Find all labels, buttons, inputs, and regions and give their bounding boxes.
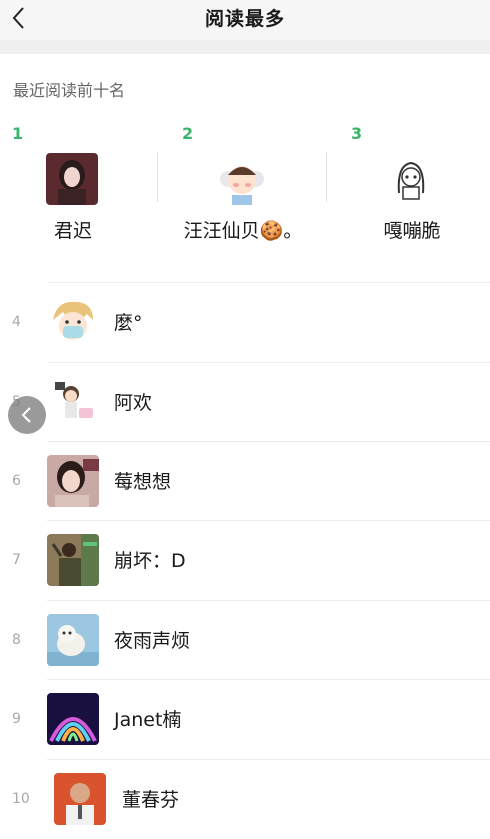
rank-number: 10 <box>12 791 30 807</box>
top-reader-2[interactable]: 2 汪汪仙贝🍪。 <box>170 120 333 270</box>
list-item[interactable]: 10 董春芬 <box>0 759 490 839</box>
reader-name: 君迟 <box>53 220 92 242</box>
divider <box>326 152 327 202</box>
reader-name: 阿欢 <box>114 392 153 414</box>
section-label: 最近阅读前十名 <box>13 81 126 100</box>
reader-name: Janet楠 <box>114 709 182 731</box>
rank-number: 2 <box>182 124 194 143</box>
reader-name: 麼° <box>114 312 143 334</box>
rank-number: 4 <box>12 314 21 330</box>
divider <box>47 679 490 680</box>
list-item[interactable]: 6 莓想想 <box>0 441 490 521</box>
list-item[interactable]: 4 麼° <box>0 282 490 362</box>
list-item[interactable]: 8 夜雨声烦 <box>0 600 490 680</box>
avatar <box>385 153 437 205</box>
list-item[interactable]: 9 Janet楠 <box>0 679 490 759</box>
rank-number: 7 <box>12 552 21 568</box>
separator-band <box>0 40 490 54</box>
rank-number: 1 <box>12 124 24 143</box>
avatar <box>47 614 99 666</box>
top-reader-1[interactable]: 1 君迟 <box>0 120 163 270</box>
rank-number: 9 <box>12 711 21 727</box>
reader-name: 董春芬 <box>122 789 180 811</box>
chevron-left-icon <box>21 407 31 423</box>
divider <box>47 362 490 363</box>
page-title: 阅读最多 <box>204 8 285 30</box>
rank-number: 8 <box>12 632 21 648</box>
avatar <box>46 153 98 205</box>
list-item[interactable]: 7 崩坏：D <box>0 520 490 600</box>
avatar <box>54 773 106 825</box>
rank-number: 6 <box>12 473 21 489</box>
avatar <box>47 376 99 428</box>
divider <box>47 600 490 601</box>
avatar <box>47 296 99 348</box>
avatar <box>47 534 99 586</box>
avatar <box>47 693 99 745</box>
reader-name: 夜雨声烦 <box>114 630 191 652</box>
avatar <box>47 455 99 507</box>
floating-back-button[interactable] <box>8 396 46 434</box>
divider <box>157 152 158 202</box>
divider <box>47 282 490 283</box>
list-item[interactable]: 5 阿欢 <box>0 362 490 442</box>
divider <box>47 520 490 521</box>
reader-name: 莓想想 <box>114 471 172 493</box>
divider <box>47 441 490 442</box>
nav-bar: 阅读最多 <box>0 0 490 40</box>
rank-number: 3 <box>351 124 363 143</box>
top-reader-3[interactable]: 3 嘎嘣脆 <box>339 120 490 270</box>
reader-name: 汪汪仙贝🍪。 <box>183 220 303 242</box>
divider <box>47 759 490 760</box>
reader-name: 崩坏：D <box>114 550 186 572</box>
avatar <box>216 153 268 205</box>
reader-name: 嘎嘣脆 <box>383 220 441 242</box>
